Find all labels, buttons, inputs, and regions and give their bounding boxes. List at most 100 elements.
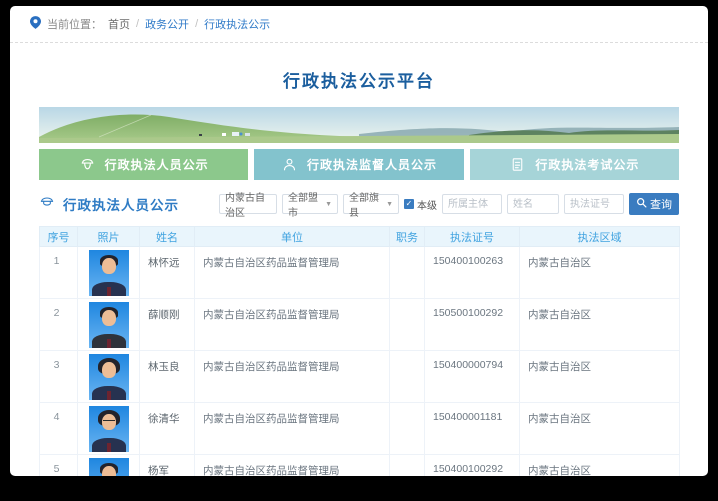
row-number: 4 bbox=[40, 403, 78, 455]
photo-tie bbox=[107, 443, 111, 452]
table-row[interactable]: 1 林怀远 内蒙古自治区药品监督管理局 150400100263 内蒙古自治区 bbox=[40, 247, 680, 299]
page-card: 当前位置： 首页 / 政务公开 / 行政执法公示 行政执法公示平台 bbox=[10, 6, 708, 476]
column-header: 职务 bbox=[390, 227, 425, 247]
region-field[interactable]: 内蒙古自治区 bbox=[219, 194, 277, 214]
person-unit: 内蒙古自治区药品监督管理局 bbox=[195, 351, 390, 403]
city-select[interactable]: 全部盟市 ▼ bbox=[282, 194, 338, 214]
table-body: 1 林怀远 内蒙古自治区药品监督管理局 150400100263 内蒙古自治区 … bbox=[40, 247, 680, 477]
person-position bbox=[390, 247, 425, 299]
photo-cell bbox=[78, 247, 140, 299]
person-position bbox=[390, 299, 425, 351]
person-area: 内蒙古自治区 bbox=[520, 299, 680, 351]
photo-face bbox=[102, 466, 116, 476]
tab-label: 行政执法考试公示 bbox=[535, 156, 639, 173]
photo-face bbox=[102, 362, 116, 378]
column-header: 单位 bbox=[195, 227, 390, 247]
person-area: 内蒙古自治区 bbox=[520, 247, 680, 299]
tab-supervision-personnel[interactable]: 行政执法监督人员公示 bbox=[254, 149, 463, 180]
personnel-table: 序号照片姓名单位职务执法证号执法区域 1 林怀远 内蒙古自治区药品监督管理局 1… bbox=[39, 226, 679, 476]
name-input[interactable] bbox=[507, 194, 559, 214]
banner-image bbox=[39, 107, 679, 143]
person-photo bbox=[89, 406, 129, 452]
person-name: 林怀远 bbox=[140, 247, 195, 299]
person-position bbox=[390, 455, 425, 477]
exam-paper-icon bbox=[509, 156, 526, 173]
person-area: 内蒙古自治区 bbox=[520, 403, 680, 455]
photo-cell bbox=[78, 455, 140, 477]
table-row[interactable]: 2 薛顺刚 内蒙古自治区药品监督管理局 150500100292 内蒙古自治区 bbox=[40, 299, 680, 351]
breadcrumb-home[interactable]: 首页 bbox=[108, 16, 130, 32]
person-area: 内蒙古自治区 bbox=[520, 455, 680, 477]
photo-cell bbox=[78, 299, 140, 351]
chevron-down-icon: ▼ bbox=[325, 201, 332, 208]
table-header-row: 序号照片姓名单位职务执法证号执法区域 bbox=[40, 227, 680, 247]
tab-bar: 行政执法人员公示 行政执法监督人员公示 行政执法考试公示 bbox=[39, 149, 679, 180]
current-level-label: 本级 bbox=[417, 197, 437, 212]
person-icon bbox=[281, 156, 298, 173]
person-position bbox=[390, 351, 425, 403]
photo-tie bbox=[107, 287, 111, 296]
breadcrumb-gov-affairs[interactable]: 政务公开 bbox=[145, 16, 189, 32]
breadcrumb-separator: / bbox=[195, 18, 198, 30]
breadcrumb-current[interactable]: 行政执法公示 bbox=[204, 16, 270, 32]
person-area: 内蒙古自治区 bbox=[520, 351, 680, 403]
table-row[interactable]: 5 杨军 内蒙古自治区药品监督管理局 150400100292 内蒙古自治区 bbox=[40, 455, 680, 477]
page-title: 行政执法公示平台 bbox=[10, 67, 708, 92]
tab-exam-publicity[interactable]: 行政执法考试公示 bbox=[470, 149, 679, 180]
subject-input[interactable] bbox=[442, 194, 502, 214]
person-photo bbox=[89, 250, 129, 296]
chevron-down-icon: ▼ bbox=[386, 201, 393, 208]
person-cert-no: 150400000794 bbox=[425, 351, 520, 403]
table-row[interactable]: 3 林玉良 内蒙古自治区药品监督管理局 150400000794 内蒙古自治区 bbox=[40, 351, 680, 403]
photo-cell bbox=[78, 403, 140, 455]
cert-no-input[interactable] bbox=[564, 194, 624, 214]
person-cert-no: 150500100292 bbox=[425, 299, 520, 351]
person-cert-no: 150400100263 bbox=[425, 247, 520, 299]
person-photo bbox=[89, 458, 129, 476]
county-select[interactable]: 全部旗县 ▼ bbox=[343, 194, 399, 214]
table-row[interactable]: 4 徐清华 内蒙古自治区药品监督管理局 150400001181 内蒙古自治区 bbox=[40, 403, 680, 455]
breadcrumb-label: 当前位置： bbox=[47, 16, 102, 32]
breadcrumb-separator: / bbox=[136, 18, 139, 30]
tab-enforcement-personnel[interactable]: 行政执法人员公示 bbox=[39, 149, 248, 180]
search-button-label: 查询 bbox=[650, 196, 672, 212]
section-title: 行政执法人员公示 bbox=[63, 194, 179, 214]
person-name: 杨军 bbox=[140, 455, 195, 477]
person-name: 徐清华 bbox=[140, 403, 195, 455]
person-cert-no: 150400001181 bbox=[425, 403, 520, 455]
section-header: 行政执法人员公示 内蒙古自治区 全部盟市 ▼ 全部旗县 ▼ ✓ 本级 bbox=[39, 192, 679, 216]
person-unit: 内蒙古自治区药品监督管理局 bbox=[195, 299, 390, 351]
breadcrumb: 当前位置： 首页 / 政务公开 / 行政执法公示 bbox=[10, 6, 708, 42]
column-header: 执法区域 bbox=[520, 227, 680, 247]
column-header: 照片 bbox=[78, 227, 140, 247]
current-level-checkbox[interactable]: ✓ 本级 bbox=[404, 197, 437, 212]
photo-face bbox=[102, 310, 116, 326]
officer-cap-icon bbox=[39, 194, 55, 215]
column-header: 序号 bbox=[40, 227, 78, 247]
tab-label: 行政执法人员公示 bbox=[105, 156, 209, 173]
breadcrumb-divider bbox=[10, 42, 708, 43]
person-photo bbox=[89, 354, 129, 400]
column-header: 执法证号 bbox=[425, 227, 520, 247]
person-position bbox=[390, 403, 425, 455]
person-cert-no: 150400100292 bbox=[425, 455, 520, 477]
row-number: 1 bbox=[40, 247, 78, 299]
photo-tie bbox=[107, 391, 111, 400]
photo-face bbox=[102, 258, 116, 274]
person-unit: 内蒙古自治区药品监督管理局 bbox=[195, 455, 390, 477]
person-name: 林玉良 bbox=[140, 351, 195, 403]
search-button[interactable]: 查询 bbox=[629, 193, 679, 215]
row-number: 3 bbox=[40, 351, 78, 403]
photo-cell bbox=[78, 351, 140, 403]
column-header: 姓名 bbox=[140, 227, 195, 247]
filter-bar: 内蒙古自治区 全部盟市 ▼ 全部旗县 ▼ ✓ 本级 bbox=[219, 193, 679, 215]
row-number: 2 bbox=[40, 299, 78, 351]
location-pin-icon bbox=[30, 16, 41, 32]
photo-glasses bbox=[103, 420, 115, 423]
person-unit: 内蒙古自治区药品监督管理局 bbox=[195, 247, 390, 299]
row-number: 5 bbox=[40, 455, 78, 477]
checkbox-checked-icon[interactable]: ✓ bbox=[404, 199, 414, 209]
person-unit: 内蒙古自治区药品监督管理局 bbox=[195, 403, 390, 455]
county-select-value: 全部旗县 bbox=[349, 189, 386, 219]
person-name: 薛顺刚 bbox=[140, 299, 195, 351]
